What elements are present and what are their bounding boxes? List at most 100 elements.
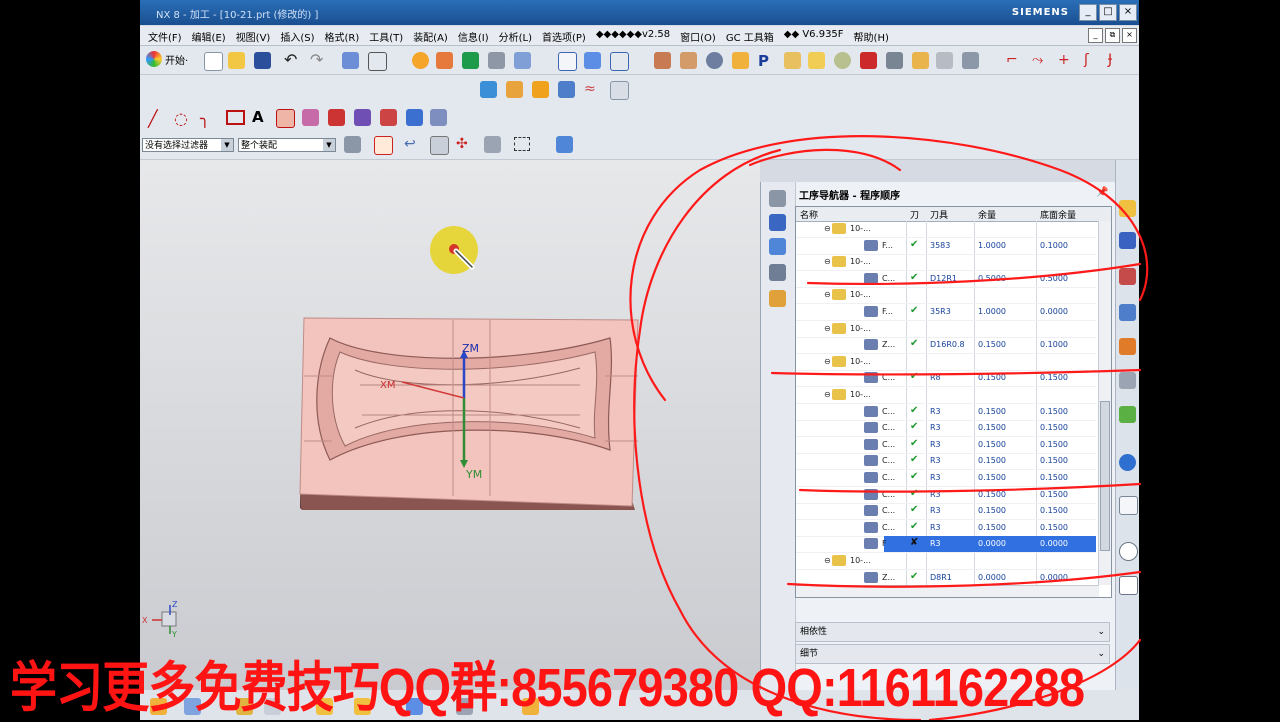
line-icon[interactable]: ╱: [148, 109, 165, 128]
operation-table[interactable]: 名称 刀 刀具 余量 底面余量 ⊖ 10-... F... ✔ 3583 1.0000 0.…: [795, 206, 1112, 598]
clamp-icon[interactable]: [912, 52, 929, 69]
layer-icon[interactable]: [784, 52, 801, 69]
menu-edit[interactable]: 编辑(E): [192, 29, 226, 44]
box-icon[interactable]: [732, 52, 749, 69]
collapse-icon[interactable]: ⊖: [824, 290, 831, 299]
menu-info[interactable]: 信息(I): [458, 29, 489, 44]
col-name[interactable]: 名称: [800, 208, 818, 221]
assembly-nav-icon[interactable]: [1119, 200, 1136, 217]
select-body-icon[interactable]: [430, 136, 449, 155]
operation-row[interactable]: F ✘ R3 0.0000 0.0000: [796, 536, 1096, 554]
collapse-icon[interactable]: ⊖: [824, 257, 831, 266]
operation-row[interactable]: F... ✔ 3583 1.0000 0.1000: [796, 238, 1096, 255]
nav-machine-icon[interactable]: [769, 190, 786, 207]
menu-preferences[interactable]: 首选项(P): [542, 29, 586, 44]
program-group-row[interactable]: ⊖ 10-...: [796, 287, 1096, 305]
start-button[interactable]: 开始·: [146, 51, 188, 67]
bridge-curve-icon[interactable]: [380, 109, 397, 126]
scrollbar-thumb[interactable]: [1100, 401, 1110, 551]
extend-curve-icon[interactable]: ⤳: [1032, 52, 1049, 69]
redo-icon[interactable]: ↷: [310, 52, 327, 69]
component-icon[interactable]: [654, 52, 671, 69]
text-icon[interactable]: A: [252, 108, 269, 126]
menu-plugin[interactable]: ◆◆◆◆◆◆v2.58: [596, 29, 670, 44]
palette-icon[interactable]: [1119, 406, 1136, 423]
roles-icon[interactable]: [1119, 496, 1138, 515]
edit-object-icon[interactable]: [342, 52, 359, 69]
collapse-icon[interactable]: ⊖: [824, 556, 831, 565]
program-group-row[interactable]: ⊖ 10-...: [796, 387, 1096, 404]
nav-feature-icon[interactable]: [769, 290, 786, 307]
path-icon[interactable]: ≈: [584, 81, 601, 98]
menu-window[interactable]: 窗口(O): [680, 29, 716, 44]
constraint-nav-icon[interactable]: [1119, 232, 1136, 249]
maximize-button[interactable]: □: [1099, 4, 1117, 21]
mesh-icon[interactable]: [936, 52, 953, 69]
intersect-curve-icon[interactable]: [354, 109, 371, 126]
operation-row[interactable]: Z... ✔ D16R0.8 0.1500 0.1000: [796, 337, 1096, 355]
new-file-icon[interactable]: [204, 52, 223, 71]
create-geometry-icon[interactable]: [532, 81, 549, 98]
wireframe-icon[interactable]: [610, 52, 629, 71]
transform-icon[interactable]: [368, 52, 387, 71]
operation-row[interactable]: C... ✔ R3 0.1500 0.1500: [796, 487, 1096, 504]
rectangle-select-icon[interactable]: [514, 137, 530, 151]
regenerate-icon[interactable]: [462, 52, 479, 69]
table-scrollbar[interactable]: [1098, 221, 1111, 585]
menu-gc-toolbox[interactable]: GC 工具箱: [726, 29, 774, 44]
create-method-icon[interactable]: [558, 81, 575, 98]
nav-method-icon[interactable]: [769, 264, 786, 281]
operation-row[interactable]: C... ✔ R3 0.1500 0.1500: [796, 437, 1096, 454]
red-cube-icon[interactable]: [860, 52, 877, 69]
menu-view[interactable]: 视图(V): [236, 29, 271, 44]
minimize-button[interactable]: _: [1079, 4, 1097, 21]
refresh-icon[interactable]: [412, 52, 429, 69]
dependencies-section[interactable]: 相依性 ⌄: [795, 622, 1110, 642]
menu-help[interactable]: 帮助(H): [854, 29, 889, 44]
col-tool[interactable]: 刀具: [930, 208, 948, 221]
operation-row[interactable]: C... ✔ D12R1 0.5000 0.5000: [796, 271, 1096, 288]
operation-nav-icon[interactable]: [1119, 338, 1136, 355]
operation-row[interactable]: C... ✔ R3 0.1500 0.1500: [796, 520, 1096, 537]
gear-icon[interactable]: [706, 52, 723, 69]
machine-tool-nav-icon[interactable]: [1119, 372, 1136, 389]
col-floor-stock[interactable]: 底面余量: [1040, 208, 1076, 221]
menu-insert[interactable]: 插入(S): [280, 29, 314, 44]
menu-format[interactable]: 格式(R): [325, 29, 360, 44]
operation-row[interactable]: F... ✔ 35R3 1.0000 0.0000: [796, 304, 1096, 321]
graphics-window[interactable]: ZM YM XM Z X Y: [140, 160, 760, 690]
snap-point-icon[interactable]: [374, 136, 393, 155]
eraser-icon[interactable]: [610, 81, 629, 100]
collapse-icon[interactable]: ⊖: [824, 390, 831, 399]
fit-view-icon[interactable]: [558, 52, 577, 71]
face-icon[interactable]: [834, 52, 851, 69]
reuse-library-icon[interactable]: [1119, 304, 1136, 321]
menu-analysis[interactable]: 分析(L): [499, 29, 532, 44]
spline-icon[interactable]: [276, 109, 295, 128]
select-edges-icon[interactable]: [484, 136, 501, 153]
fillet-icon[interactable]: ╮: [200, 109, 217, 128]
pin-icon[interactable]: 📌: [1096, 187, 1108, 199]
nav-program-icon[interactable]: [769, 214, 786, 231]
select-parts-icon[interactable]: [344, 136, 361, 153]
view-cube-icon[interactable]: [556, 136, 573, 153]
create-tool-icon[interactable]: [506, 81, 523, 98]
document-icon[interactable]: [1119, 576, 1138, 595]
program-group-row[interactable]: ⊖ 10-...: [796, 221, 1096, 238]
project-curve-icon[interactable]: [328, 109, 345, 126]
operation-row[interactable]: C... ✔ R3 0.1500 0.1500: [796, 420, 1096, 438]
doc-minimize-button[interactable]: _: [1088, 28, 1103, 43]
program-group-row[interactable]: ⊖ 10-...: [796, 354, 1096, 371]
arrow-back-icon[interactable]: ↩: [404, 136, 421, 153]
operation-row[interactable]: C... ✔ R3 0.1500 0.1500: [796, 470, 1096, 487]
offset-curve-icon[interactable]: [302, 109, 319, 126]
fillet-curve-icon[interactable]: ʃ: [1084, 52, 1101, 69]
p-icon[interactable]: P: [758, 52, 775, 70]
operation-row[interactable]: C... ✔ R8 0.1500 0.1500: [796, 370, 1096, 388]
extract-curve-icon[interactable]: [430, 109, 447, 126]
nav-geometry-icon[interactable]: [769, 238, 786, 255]
menu-assembly[interactable]: 装配(A): [413, 29, 448, 44]
arc-icon[interactable]: ◌: [174, 109, 191, 128]
rectangle-icon[interactable]: [226, 110, 245, 125]
table-icon[interactable]: [962, 52, 979, 69]
